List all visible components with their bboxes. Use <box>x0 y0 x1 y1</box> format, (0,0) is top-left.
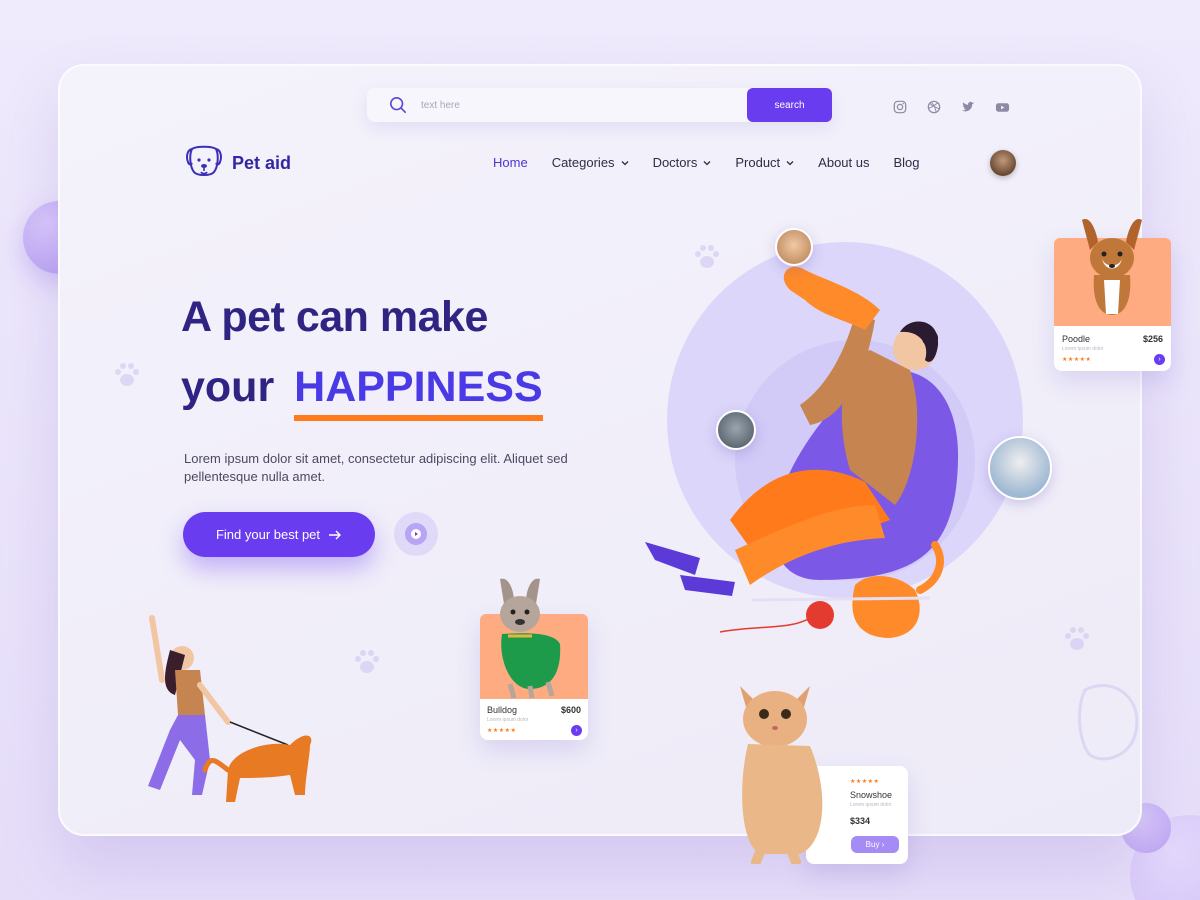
pet-card-poodle[interactable]: Poodle $256 Lorem ipsum dolor ★★★★★ › <box>1054 219 1171 371</box>
paw-print-icon <box>115 363 139 386</box>
dribbble-icon[interactable] <box>927 100 943 116</box>
woman-with-pets-illustration <box>645 242 1023 638</box>
nav-item-about[interactable]: About us <box>818 155 869 170</box>
twitter-icon[interactable] <box>961 100 977 116</box>
pet-card-subtitle: Lorem ipsum dolor <box>1062 346 1104 352</box>
cat-avatar[interactable] <box>716 410 756 450</box>
rating-stars: ★★★★★ <box>487 728 517 734</box>
hero-title-highlight: HAPPINESS <box>294 363 543 421</box>
find-pet-button-label: Find your best pet <box>215 527 321 542</box>
user-avatar[interactable] <box>990 150 1016 176</box>
chevron-down-icon <box>621 160 629 165</box>
youtube-icon[interactable] <box>995 100 1011 116</box>
instagram-icon[interactable] <box>893 100 909 116</box>
nav-item-label: Blog <box>893 155 920 170</box>
pet-card-name: Bulldog <box>487 705 518 715</box>
play-icon <box>411 529 421 539</box>
pet-card-subtitle: Lorem ipsum dolor <box>487 717 529 723</box>
nav-item-categories[interactable]: Categories <box>552 155 629 170</box>
nav-item-label: Doctors <box>652 155 698 170</box>
kitten-photo <box>740 686 823 864</box>
nav-item-label: Product <box>735 155 781 170</box>
search-bar: search <box>367 88 832 122</box>
paw-print-icon <box>355 650 379 673</box>
arrow-right-icon <box>329 530 342 539</box>
hero-title-prefix: your <box>181 363 275 411</box>
hero-title-line2: your HAPPINESS <box>181 363 543 421</box>
nav-item-home[interactable]: Home <box>493 155 528 170</box>
pet-photo <box>480 578 588 699</box>
hero-title-line1: A pet can make <box>181 293 488 341</box>
woman-walking-dog-illustration <box>148 615 312 802</box>
social-links <box>893 100 1011 116</box>
rating-stars: ★★★★★ <box>850 779 880 785</box>
pet-card-bulldog[interactable]: Bulldog $600 Lorem ipsum dolor ★★★★★ › <box>480 578 588 740</box>
hero-description: Lorem ipsum dolor sit amet, consectetur … <box>184 451 568 484</box>
nav-item-product[interactable]: Product <box>735 155 794 170</box>
pet-card-price: $334 <box>850 816 871 826</box>
nav-item-label: Home <box>493 155 528 170</box>
nav-item-label: Categories <box>551 155 615 170</box>
brand-logo[interactable]: Pet aid <box>184 145 291 181</box>
paw-print-icon <box>1065 627 1089 650</box>
pet-card-name: Poodle <box>1062 334 1091 344</box>
rating-stars: ★★★★★ <box>1062 357 1092 363</box>
brand-name: Pet aid <box>232 152 292 173</box>
nav-item-doctors[interactable]: Doctors <box>653 155 712 170</box>
chevron-down-icon <box>786 160 794 165</box>
pet-card-price: $256 <box>1142 334 1163 344</box>
buy-button-label: Buy <box>865 840 880 849</box>
search-icon <box>389 96 407 114</box>
nav-item-blog[interactable]: Blog <box>894 155 920 170</box>
search-button[interactable]: search <box>747 88 832 122</box>
card-arrow-button[interactable]: › <box>571 725 582 736</box>
pet-card-subtitle: Lorem ipsum dolor <box>850 802 892 808</box>
pet-card-name: Snowshoe <box>850 790 893 800</box>
dog-avatar[interactable] <box>775 228 813 266</box>
dog-logo-icon <box>186 145 222 176</box>
chevron-down-icon <box>703 160 711 165</box>
pet-card-price: $600 <box>560 705 581 715</box>
search-input[interactable] <box>421 99 747 111</box>
logo-watermark <box>1078 684 1139 761</box>
nav-item-label: About us <box>818 155 870 170</box>
find-pet-button[interactable]: Find your best pet <box>183 512 375 557</box>
vet-avatar[interactable] <box>988 436 1052 500</box>
pet-photo <box>1054 219 1171 326</box>
play-video-button[interactable] <box>394 512 438 556</box>
buy-button[interactable]: Buy › <box>851 836 899 853</box>
card-arrow-button[interactable]: › <box>1154 354 1165 365</box>
main-nav: Home Categories Doctors Product About us… <box>493 155 920 170</box>
